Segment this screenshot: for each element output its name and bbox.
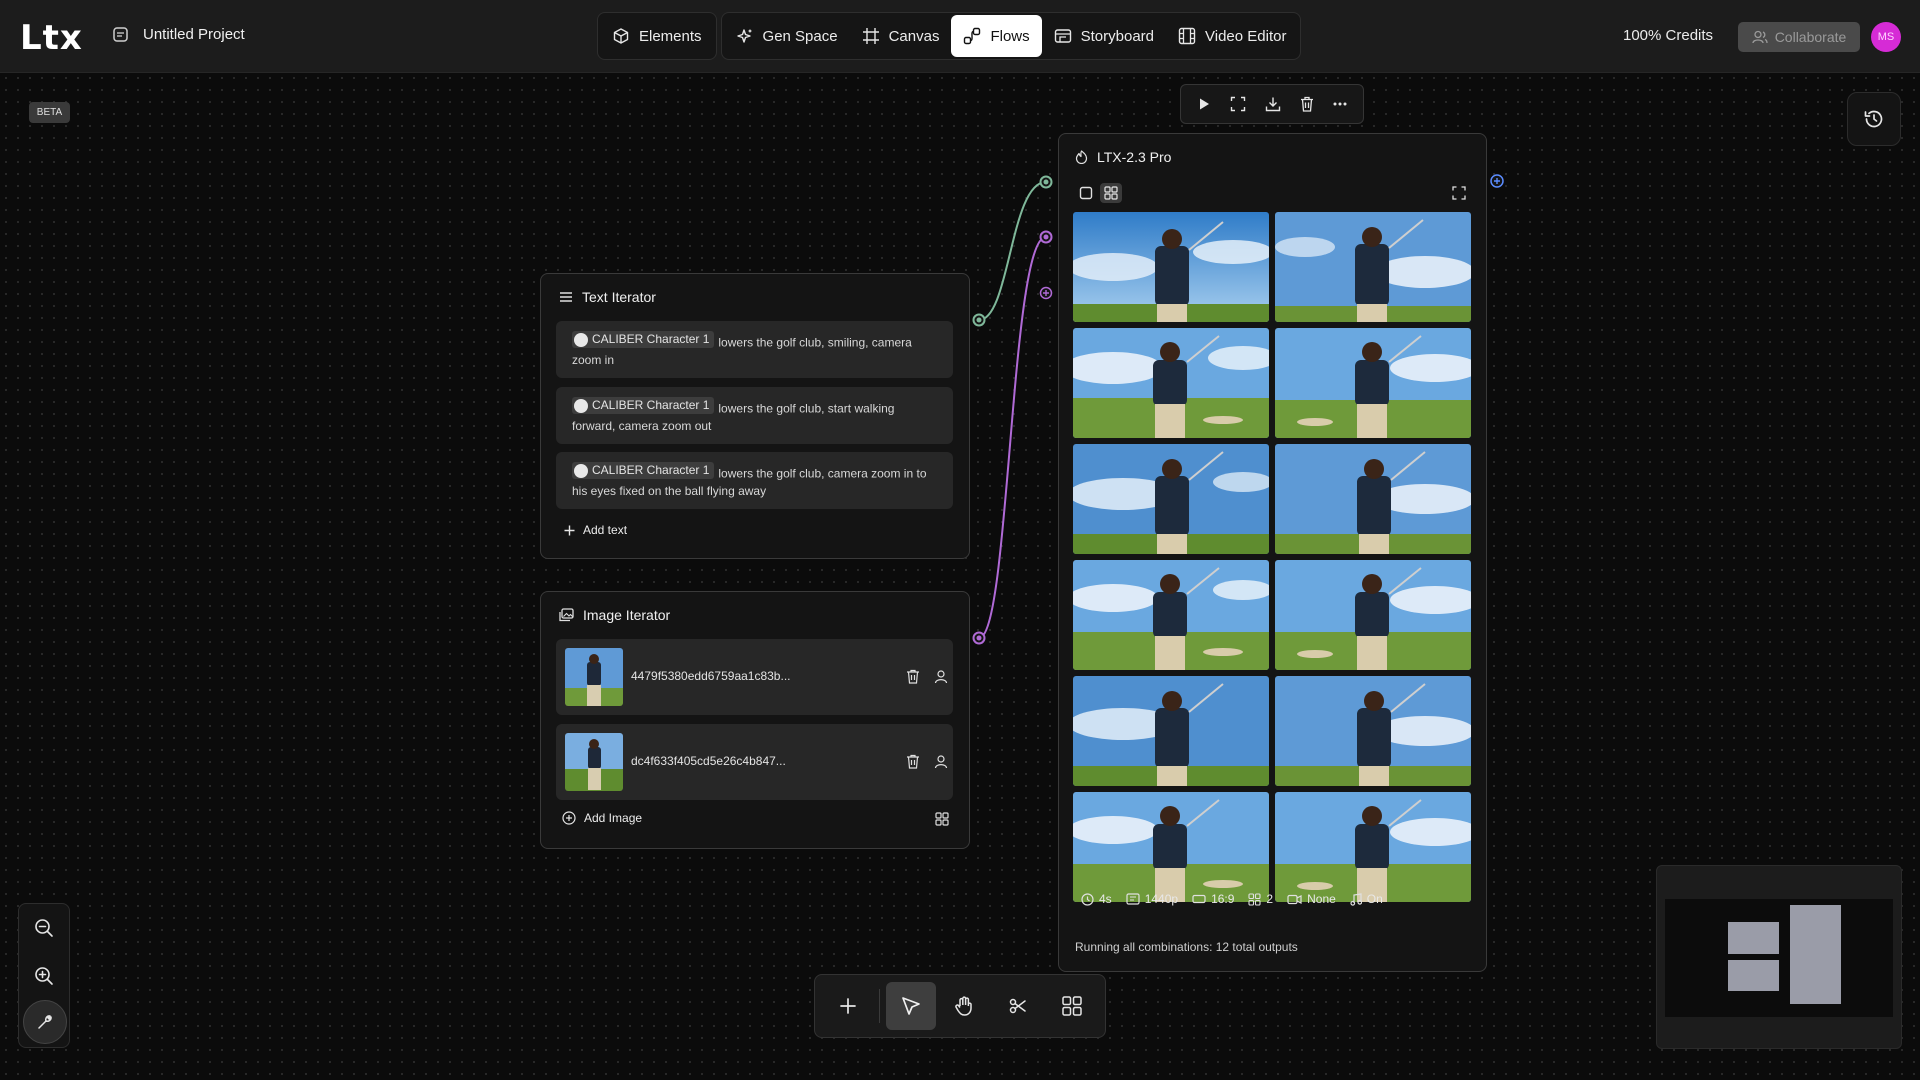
- camera-motion-param[interactable]: None: [1287, 892, 1336, 906]
- more-icon[interactable]: [1333, 102, 1347, 106]
- hand-icon: [953, 995, 975, 1017]
- audio-param[interactable]: On: [1350, 892, 1383, 906]
- cut-tool[interactable]: [993, 982, 1043, 1030]
- trash-icon[interactable]: [906, 754, 920, 769]
- output-thumbnail[interactable]: [1275, 560, 1471, 670]
- character-link-icon[interactable]: [934, 754, 948, 769]
- ltx-model-node[interactable]: LTX-2.3 Pro 4s 1440p 16:9 2 None On Runn…: [1058, 133, 1487, 972]
- pan-tool[interactable]: [940, 982, 990, 1030]
- ltx-node-title: LTX-2.3 Pro: [1097, 149, 1172, 165]
- select-tool[interactable]: [885, 982, 936, 1030]
- text-iterator-title: Text Iterator: [582, 289, 656, 305]
- image-thumbnail[interactable]: [565, 648, 623, 706]
- camera-icon: [1287, 894, 1302, 905]
- minimap[interactable]: [1656, 865, 1902, 1049]
- wrench-icon: [36, 1013, 54, 1031]
- resolution-icon: [1126, 893, 1140, 905]
- output-thumbnail[interactable]: [1073, 560, 1269, 670]
- cursor-icon: [900, 995, 922, 1017]
- scissors-icon: [1008, 996, 1028, 1016]
- single-view-icon[interactable]: [1079, 186, 1093, 200]
- list-icon: [559, 291, 573, 303]
- minimap-viewport[interactable]: [1665, 899, 1893, 1017]
- outputs-count-param[interactable]: 2: [1248, 892, 1273, 906]
- output-thumbnail[interactable]: [1275, 328, 1471, 438]
- add-text-label: Add text: [583, 523, 628, 537]
- clock-icon: [1081, 892, 1094, 906]
- music-icon: [1350, 892, 1362, 906]
- image-iterator-header: Image Iterator: [559, 607, 670, 623]
- grid-icon: [1248, 892, 1261, 906]
- image-filename: 4479f5380edd6759aa1c83b...: [631, 669, 791, 683]
- download-icon[interactable]: [1265, 96, 1281, 112]
- play-icon[interactable]: [1197, 97, 1211, 111]
- minimap-node: [1728, 960, 1779, 991]
- expand-icon[interactable]: [1452, 186, 1466, 200]
- text-iterator-node[interactable]: Text Iterator CALIBER Character 1 lowers …: [540, 273, 970, 559]
- output-thumbnail[interactable]: [1073, 444, 1269, 554]
- output-thumbnail[interactable]: [1073, 212, 1269, 322]
- output-thumbnail[interactable]: [1275, 676, 1471, 786]
- gallery-grid-icon[interactable]: [935, 812, 949, 826]
- zoom-controls: [18, 903, 70, 1048]
- canvas-toolbar: [814, 974, 1106, 1038]
- plus-icon: [838, 996, 858, 1016]
- character-chip[interactable]: CALIBER Character 1: [572, 462, 715, 479]
- add-image-label: Add Image: [584, 811, 643, 825]
- templates-tool[interactable]: [1047, 982, 1097, 1030]
- trash-icon[interactable]: [906, 669, 920, 684]
- image-iterator-title: Image Iterator: [583, 607, 671, 623]
- fullscreen-icon[interactable]: [1230, 96, 1246, 112]
- add-node-tool[interactable]: [823, 982, 873, 1030]
- ltx-node-header: LTX-2.3 Pro: [1075, 149, 1171, 165]
- toolbar-divider: [878, 989, 880, 1023]
- plus-circle-icon: [562, 811, 576, 825]
- add-text-button[interactable]: Add text: [564, 523, 627, 537]
- trash-icon[interactable]: [1300, 96, 1314, 112]
- text-iterator-header: Text Iterator: [559, 289, 656, 305]
- output-thumbnail[interactable]: [1073, 676, 1269, 786]
- output-thumbnail[interactable]: [1275, 212, 1471, 322]
- resolution-param[interactable]: 1440p: [1126, 892, 1178, 906]
- prompt-item[interactable]: CALIBER Character 1 lowers the golf club,…: [556, 387, 953, 444]
- plus-icon: [564, 525, 575, 536]
- grid-view-icon[interactable]: [1100, 183, 1122, 203]
- character-avatar-icon: [574, 463, 588, 478]
- duration-param[interactable]: 4s: [1081, 892, 1112, 906]
- character-link-icon[interactable]: [934, 669, 948, 684]
- zoom-out-icon[interactable]: [34, 918, 54, 938]
- character-avatar-icon: [574, 332, 588, 347]
- generation-params: 4s 1440p 16:9 2 None On: [1081, 892, 1383, 906]
- minimap-node: [1790, 905, 1841, 1004]
- grid-icon: [1061, 995, 1083, 1017]
- image-filename: dc4f633f405cd5e26c4b847...: [631, 754, 786, 768]
- output-grid: [1073, 212, 1472, 902]
- output-thumbnail[interactable]: [1073, 792, 1269, 902]
- character-chip[interactable]: CALIBER Character 1: [572, 331, 715, 348]
- minimap-node: [1728, 922, 1779, 954]
- node-toolbar: [1180, 84, 1364, 124]
- settings-button[interactable]: [23, 1000, 67, 1044]
- zoom-in-icon[interactable]: [34, 966, 54, 986]
- output-thumbnail[interactable]: [1275, 444, 1471, 554]
- output-thumbnail[interactable]: [1275, 792, 1471, 902]
- image-item[interactable]: 4479f5380edd6759aa1c83b...: [556, 639, 953, 715]
- add-image-button[interactable]: Add Image: [562, 811, 642, 825]
- model-icon: [1075, 150, 1088, 164]
- image-thumbnail[interactable]: [565, 733, 623, 791]
- image-item[interactable]: dc4f633f405cd5e26c4b847...: [556, 724, 953, 800]
- character-chip[interactable]: CALIBER Character 1: [572, 397, 715, 414]
- images-icon: [559, 608, 574, 622]
- image-iterator-node[interactable]: Image Iterator 4479f5380edd6759aa1c83b..…: [540, 591, 970, 849]
- aspect-ratio-icon: [1192, 894, 1206, 904]
- character-avatar-icon: [574, 398, 588, 413]
- prompt-item[interactable]: CALIBER Character 1 lowers the golf club,…: [556, 321, 953, 378]
- run-status: Running all combinations: 12 total outpu…: [1075, 940, 1298, 954]
- output-thumbnail[interactable]: [1073, 328, 1269, 438]
- prompt-item[interactable]: CALIBER Character 1 lowers the golf club,…: [556, 452, 953, 509]
- aspect-ratio-param[interactable]: 16:9: [1192, 892, 1234, 906]
